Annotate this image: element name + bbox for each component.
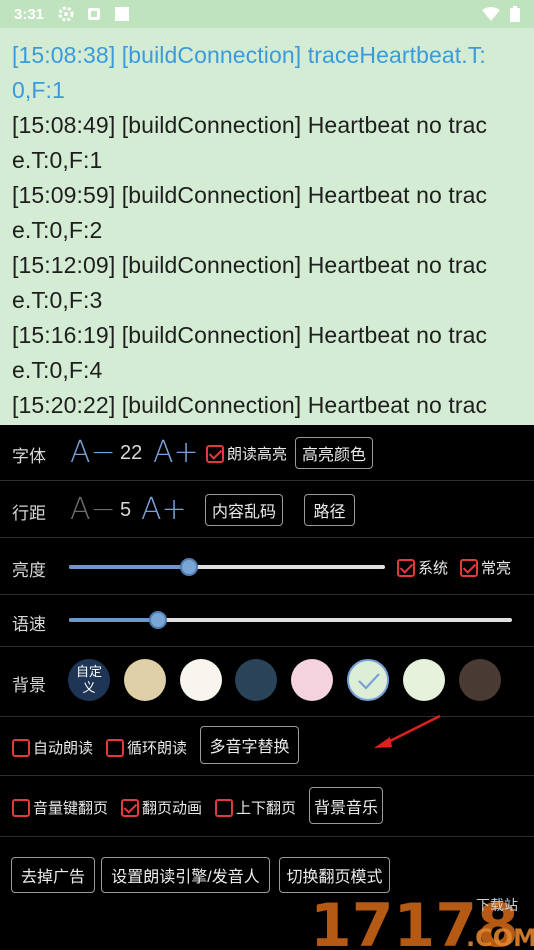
battery-icon	[510, 6, 520, 22]
speech-speed-slider-fill	[69, 618, 158, 622]
vertical-page-check-icon	[215, 798, 233, 817]
reader-line: e.T:0,F:4	[12, 357, 103, 383]
background-swatch[interactable]	[347, 659, 389, 701]
wifi-icon	[482, 7, 500, 21]
loop-read-check-icon	[106, 738, 124, 757]
background-swatch[interactable]	[123, 659, 166, 701]
page-options-row: 音量键翻页 翻页动画 上下翻页 背景音乐	[0, 776, 534, 837]
page-animation-checkbox[interactable]: 翻页动画	[121, 797, 202, 818]
background-music-button[interactable]: 背景音乐	[309, 787, 383, 824]
background-custom-swatch[interactable]: 自定义	[68, 659, 110, 701]
reader-settings-panel: 字体 A− 22 A+ 朗读高亮 高亮颜色 行距 A− 5 A+ 内容乱码 路径…	[0, 425, 534, 950]
status-bar: 3:31	[0, 0, 534, 28]
background-label: 背景	[12, 676, 46, 695]
read-highlight-check-icon	[206, 444, 224, 463]
read-highlight-checkbox[interactable]: 朗读高亮	[206, 443, 287, 464]
volume-key-check-icon	[12, 798, 30, 817]
reader-line: [15:16:19] [buildConnection] Heartbeat n…	[12, 322, 488, 348]
spacing-value: 5	[120, 499, 132, 521]
system-brightness-checkbox[interactable]: 系统	[397, 557, 448, 578]
brightness-label: 亮度	[12, 561, 46, 580]
auto-read-check-icon	[12, 738, 30, 757]
background-swatch[interactable]	[291, 659, 334, 701]
garbled-content-button[interactable]: 内容乱码	[205, 494, 283, 526]
font-increase-button[interactable]: A+	[153, 435, 199, 470]
line-spacing-label: 行距	[12, 504, 46, 523]
status-time: 3:31	[14, 5, 45, 23]
annotation-arrow-icon	[374, 714, 441, 748]
reader-line: [15:12:09] [buildConnection] Heartbeat n…	[12, 252, 488, 278]
site-watermark: 17178 下载站 .COM	[310, 891, 534, 950]
keep-on-check-icon	[460, 558, 478, 577]
watermark-sub2: .COM	[466, 924, 534, 950]
polyphone-replace-button[interactable]: 多音字替换	[200, 726, 299, 764]
keep-screen-on-checkbox[interactable]: 常亮	[460, 557, 511, 578]
remove-ads-button[interactable]: 去掉广告	[11, 857, 95, 893]
speech-speed-label: 语速	[12, 615, 46, 634]
auto-read-checkbox[interactable]: 自动朗读	[12, 737, 93, 758]
reader-line: e.T:0,F:3	[12, 287, 103, 313]
line-spacing-row: 行距 A− 5 A+ 内容乱码 路径	[0, 481, 534, 538]
highlight-color-button[interactable]: 高亮颜色	[295, 437, 373, 469]
path-button[interactable]: 路径	[304, 494, 355, 526]
tts-engine-button[interactable]: 设置朗读引擎/发音人	[101, 857, 270, 893]
brightness-slider-fill	[69, 565, 190, 569]
brightness-slider[interactable]	[69, 558, 385, 576]
brightness-slider-thumb[interactable]	[180, 558, 199, 576]
reader-line: [15:08:38] [buildConnection] traceHeartb…	[12, 42, 486, 68]
notification-square-icon	[115, 7, 130, 21]
selected-check-icon	[358, 673, 380, 690]
reader-line: e.T:0,F:1	[12, 147, 103, 173]
font-size-value: 22	[120, 442, 143, 464]
background-swatch[interactable]	[402, 659, 445, 701]
reader-line: 0,F:1	[12, 77, 65, 103]
notification-app-icon	[88, 8, 101, 20]
settings-gear-icon	[58, 6, 74, 22]
speech-speed-row: 语速	[0, 595, 534, 647]
reader-content[interactable]: [15:08:38] [buildConnection] traceHeartb…	[0, 28, 534, 425]
page-animation-check-icon	[121, 798, 139, 817]
brightness-row: 亮度 系统 常亮	[0, 538, 534, 595]
loop-read-checkbox[interactable]: 循环朗读	[106, 737, 187, 758]
reader-line: [15:09:59] [buildConnection] Heartbeat n…	[12, 182, 488, 208]
font-decrease-button[interactable]: A−	[70, 435, 116, 470]
custom-swatch-label: 自定义	[75, 664, 102, 695]
background-swatch[interactable]	[179, 659, 222, 701]
spacing-decrease-button[interactable]: A−	[70, 492, 116, 527]
background-swatch[interactable]	[458, 659, 501, 701]
reader-line: [15:08:49] [buildConnection] Heartbeat n…	[12, 112, 488, 138]
reader-line: e.T:0,F:2	[12, 217, 103, 243]
system-check-icon	[397, 558, 415, 577]
watermark-sub1: 下载站	[476, 898, 518, 914]
speech-speed-slider-thumb[interactable]	[148, 611, 167, 629]
font-label: 字体	[12, 447, 46, 466]
speech-speed-slider[interactable]	[69, 611, 512, 629]
reader-line: [15:20:22] [buildConnection] Heartbeat n…	[12, 392, 488, 418]
spacing-increase-button[interactable]: A+	[141, 492, 187, 527]
volume-key-page-checkbox[interactable]: 音量键翻页	[12, 797, 108, 818]
font-row: 字体 A− 22 A+ 朗读高亮 高亮颜色	[0, 425, 534, 481]
read-options-row: 自动朗读 循环朗读 多音字替换	[0, 717, 534, 776]
vertical-page-checkbox[interactable]: 上下翻页	[215, 797, 296, 818]
